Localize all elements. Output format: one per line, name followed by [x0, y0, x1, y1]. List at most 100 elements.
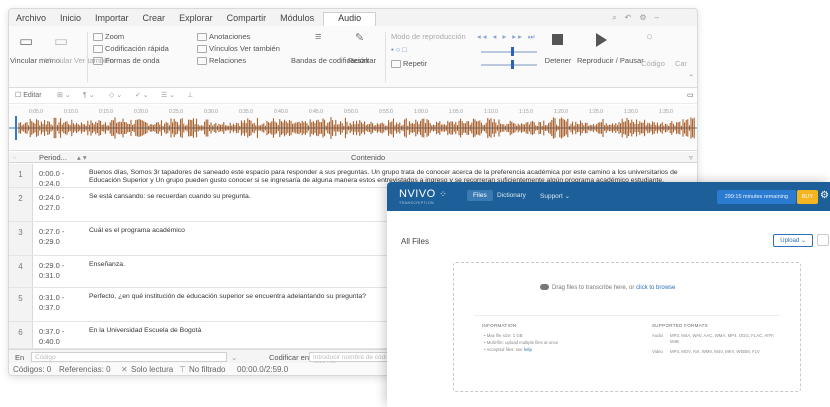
audio-ribbon: ▭ Vincular memo ▭ Vincular Ver también Z…	[9, 26, 697, 88]
codificacion-rapida-button[interactable]: Codificación rápida	[93, 44, 169, 54]
menu-inicio[interactable]: Inicio	[55, 13, 90, 26]
buy-button[interactable]: BUY	[796, 190, 818, 204]
reproducir-pausar-button[interactable]: Reproducir / Pausar	[577, 56, 644, 65]
edit-toggle[interactable]: ☐ Editar	[15, 91, 42, 99]
video-formats-label: Video	[652, 349, 663, 354]
playhead-marker[interactable]	[15, 116, 17, 140]
codigo-button[interactable]: Código	[639, 59, 667, 68]
format-tool-2[interactable]: ¶ ⌄	[83, 91, 95, 99]
file-drop-zone[interactable]: Drag files to transcribe here, or click …	[453, 262, 801, 392]
checkbox-icon	[391, 60, 401, 69]
volume-slider[interactable]	[481, 51, 537, 53]
timeline-tick-label: 1:30.0	[624, 109, 638, 115]
zoom-icon	[93, 33, 103, 42]
timeline-tick-label: 0:35.0	[239, 109, 253, 115]
menu-explorar[interactable]: Explorar	[174, 13, 222, 26]
car-button[interactable]: Car	[669, 59, 693, 68]
menu-modulos[interactable]: Módulos	[275, 13, 323, 26]
modo-reproduccion-label: Modo de reproducción	[391, 32, 466, 41]
nav-files[interactable]: Files	[467, 190, 493, 201]
checkbox-icon	[93, 57, 103, 66]
menu-bar: Archivo Inicio Importar Crear Explorar C…	[9, 9, 697, 26]
collapse-ribbon-icon[interactable]: ⌃	[688, 73, 694, 82]
resaltar-button[interactable]: Resaltar	[342, 56, 382, 65]
dropdown-icon[interactable]: ⌄	[231, 353, 237, 362]
format-tool-4[interactable]: ✓ ⌄	[135, 91, 149, 99]
timeline-tick-label: 1:10.0	[484, 109, 498, 115]
formas-de-onda-checkbox[interactable]: Formas de onda	[93, 56, 160, 66]
column-header-content[interactable]: Contenido	[351, 153, 385, 162]
menu-compartir[interactable]: Compartir	[222, 13, 276, 26]
row-timespan: 0:24.0 -0:27.0	[39, 193, 77, 213]
sort-icon[interactable]: ▴ ▾	[77, 153, 87, 162]
transcript-table-header: ▫ Period... ▴ ▾ Contenido ▿	[9, 152, 697, 163]
row-end: 0:27.0	[39, 203, 60, 212]
format-tool-3[interactable]: ◇ ⌄	[109, 91, 122, 99]
timeline-tick-label: 0:05.0	[29, 109, 43, 115]
play-mode-options[interactable]: ▪ ○ □	[391, 45, 407, 54]
menu-audio[interactable]: Audio	[323, 12, 377, 26]
repetir-checkbox[interactable]: Repetir	[391, 59, 427, 69]
info-item: • Multi-file: upload multiple files at o…	[484, 340, 559, 345]
coding-stripes-icon: ≡	[315, 31, 322, 43]
volume-slider-knob[interactable]	[511, 47, 514, 56]
upload-button[interactable]: Upload ⌄	[773, 234, 813, 247]
play-icon[interactable]	[596, 33, 607, 47]
info-item-text: Accepted files: see	[486, 347, 524, 352]
logo-dots-icon: ⁘	[439, 189, 448, 199]
speed-slider[interactable]	[481, 64, 537, 66]
menu-importar[interactable]: Importar	[90, 13, 138, 26]
menu-crear[interactable]: Crear	[138, 13, 175, 26]
undo-icon[interactable]: ↶	[625, 13, 632, 23]
detener-button[interactable]: Detener	[542, 56, 574, 65]
anotaciones-label: Anotaciones	[209, 32, 251, 41]
en-input[interactable]: Código	[31, 352, 227, 362]
format-tool-6[interactable]: ⊥	[187, 91, 193, 99]
anotaciones-checkbox[interactable]: Anotaciones	[197, 32, 251, 42]
row-timespan: 0:27.0 -0:29.0	[39, 227, 77, 247]
audio-waveform-panel[interactable]: 0:05.0 0:10.0 0:15.0 0:20.0 0:25.0 0:30.0 0:35…	[9, 105, 698, 151]
read-only-icon: ✕	[121, 365, 128, 374]
menu-archivo[interactable]: Archivo	[11, 13, 55, 26]
format-tool-5[interactable]: ☰ ⌄	[161, 91, 175, 99]
search-icon[interactable]: ⌕	[612, 13, 616, 23]
help-link[interactable]: help	[524, 347, 532, 352]
window-controls: ⌕ ↶ ⚙ –	[612, 13, 659, 23]
ribbon-separator	[87, 32, 88, 82]
transport-skip-controls[interactable]: ◂◂ ◂ ▸ ▸▸ ⏭	[477, 32, 537, 42]
nav-dictionary[interactable]: Dictionary	[497, 192, 526, 199]
bandas-codificacion-button[interactable]: Bandas de codificación	[291, 56, 368, 65]
relaciones-label: Relaciones	[209, 56, 247, 65]
memo-icon: ▭	[19, 33, 34, 50]
timeline-tick-label: 0:50.0	[344, 109, 358, 115]
browse-link[interactable]: click to browse	[636, 285, 675, 291]
filter-icon[interactable]: ▿	[689, 153, 693, 162]
quick-code-icon	[93, 45, 103, 54]
view-toggle-button[interactable]	[817, 234, 829, 246]
row-start: 0:24.0 -	[39, 193, 65, 202]
drop-text: Drag files to transcribe here, or	[552, 285, 637, 291]
minutes-remaining-badge[interactable]: 299:15 minutes remaining	[716, 190, 796, 204]
minimize-icon[interactable]: –	[655, 13, 659, 23]
window-icon[interactable]: ▭	[687, 91, 694, 99]
nvivo-logo[interactable]: NVIVO ⁘	[399, 188, 447, 200]
supported-formats-heading: SUPPORTED FORMATS	[652, 323, 708, 328]
stop-icon[interactable]	[552, 34, 563, 45]
row-start: 0:31.0 -	[39, 293, 65, 302]
vinculos-ver-tambien-checkbox[interactable]: Vínculos Ver también	[197, 44, 280, 54]
timeline-tick-label: 1:20.0	[554, 109, 568, 115]
audio-waveform[interactable]: 0:05.0 0:10.0 0:15.0 0:20.0 0:25.0 0:30.0 0:35…	[9, 105, 698, 151]
timeline-tick-label: 0:20.0	[134, 109, 148, 115]
zoom-button[interactable]: Zoom	[93, 32, 124, 42]
vincular-ver-tambien-button[interactable]: Vincular Ver también	[45, 56, 114, 65]
relaciones-checkbox[interactable]: Relaciones	[197, 56, 247, 66]
nav-support[interactable]: Support ⌄	[540, 192, 570, 200]
vincular-memo-button[interactable]: Vincular memo	[10, 56, 60, 65]
formas-de-onda-label: Formas de onda	[105, 56, 160, 65]
settings-gear-icon[interactable]: ⚙	[820, 190, 829, 201]
column-header-period[interactable]: Period...	[39, 153, 67, 162]
settings-icon[interactable]: ⚙	[639, 13, 646, 23]
format-tool-1[interactable]: ⊞ ⌄	[57, 91, 71, 99]
speed-slider-knob[interactable]	[511, 60, 514, 69]
nvivo-transcription-web-window: NVIVO ⁘ TRANSCRIPTION Files Dictionary S…	[387, 182, 830, 407]
